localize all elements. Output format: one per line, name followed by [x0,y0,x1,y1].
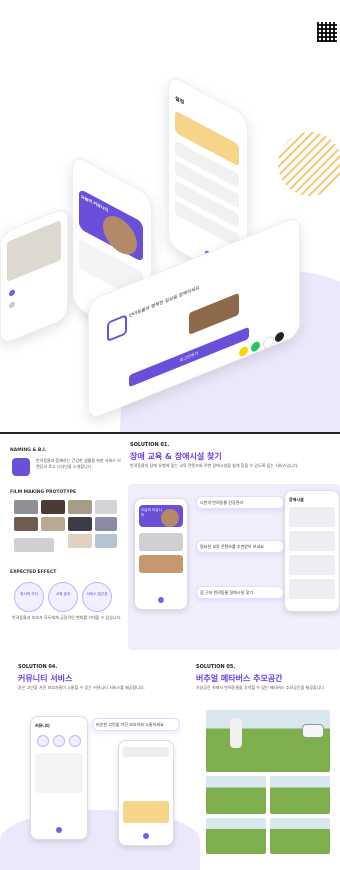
metaverse-photo [206,776,266,814]
callout: 비슷한 고민을 가진 보호자와 소통하세요 [92,718,180,731]
solution5-label: SOLUTION 05. [196,664,236,670]
hero-mockup: 설정 오늘의 커뮤니티 반려동물과 행복한 일상을 함께하세요 로그인하기 [0,0,340,432]
film-thumbnail [41,517,65,531]
category-icon[interactable] [37,735,49,747]
film-thumbnail [68,500,92,514]
solution1-label: SOLUTION 01. [130,442,170,448]
menu-icon[interactable] [9,300,15,310]
solution4-label: SOLUTION 04. [18,664,58,670]
effect-section: EXPECTED EFFECT [10,570,122,575]
post-list[interactable] [35,753,83,793]
solution4-phone-chat [118,740,174,846]
solution5-body: 가상공간 속에서 반려동물을 추억할 수 있는 메타버스 추모공간을 제공합니다… [196,685,326,690]
phone-title: 커뮤니티 [35,723,50,728]
apple-login-icon[interactable] [275,330,284,344]
solution1-body: 반려동물의 장애 유형에 맞는 교육 콘텐츠와 주변 장애시설을 쉽게 찾을 수… [130,463,299,468]
solution5-title: 버추얼 메타버스 추모공간 [196,674,283,683]
decorative-stripes [278,132,340,196]
film-thumbnail [14,500,38,514]
metaverse-photo [270,776,330,814]
metaverse-photo [270,818,330,854]
effect-circle: 교육 효과 [48,582,78,612]
effect-circle: 서비스 접근성 [82,582,112,612]
effect-circle: 정서적 지지 [14,582,44,612]
facility-card[interactable] [289,579,335,599]
person-figure [230,718,242,748]
facility-card[interactable] [289,555,335,575]
vr-hero-photo [206,710,330,772]
home-tab-icon[interactable] [158,597,164,603]
film-heading: FILM MAKING PROTOTYPE [10,490,76,495]
chat-header [123,747,169,757]
video-thumbnail [139,533,183,551]
solution5-section: SOLUTION 05. 버추얼 메타버스 추모공간 가상공간 속에서 반려동물… [196,660,340,857]
naming-section: NAMING & B.I. 반려동물과 함께하는 건강한 생활을 위한 서비스 … [10,448,122,476]
tablet-photo [7,220,61,282]
solution4-title: 커뮤니티 서비스 [18,674,73,683]
home-tab-icon[interactable] [56,827,62,833]
app-logo-icon [107,314,127,343]
film-thumbnail [95,534,117,548]
qr-code-icon [317,22,337,42]
naming-heading: NAMING & B.I. [10,448,47,453]
film-section: FILM MAKING PROTOTYPE [10,490,122,495]
film-thumbnails [14,500,118,562]
solution1-title: 장애 교육 & 장애시설 찾기 [130,452,222,461]
facility-card[interactable] [289,507,335,527]
menu-icon[interactable] [9,288,15,298]
phone-title: 장애시설 [289,497,304,502]
effect-heading: EXPECTED EFFECT [10,570,57,575]
film-thumbnail [41,500,65,514]
film-thumbnail [14,517,38,531]
kakao-login-icon[interactable] [239,345,248,358]
solution1-phone-facility: 장애시설 [284,490,340,612]
tablet-mockup [0,206,68,346]
brand-logo-icon [12,458,30,476]
film-thumbnail [14,538,54,552]
yellow-card[interactable] [123,801,169,823]
callout: 집 근처 반려동물 장애시설 찾기 [196,586,284,599]
solution1-phone-community: 오늘의 커뮤니티 [134,498,188,610]
category-icon[interactable] [53,735,65,747]
solution4-body: 같은 고민을 가진 보호자들이 소통할 수 있는 커뮤니티 서비스를 제공합니다… [18,685,145,690]
film-thumbnail [95,517,117,531]
pet-illustration [189,292,239,336]
pet-photo [161,509,179,527]
film-thumbnail [68,534,92,548]
callout: 나만의 반려동물 건강관리 [196,496,284,509]
category-icon[interactable] [69,735,81,747]
section-divider [0,432,340,434]
metaverse-photo [206,818,266,854]
film-thumbnail [68,517,92,531]
vr-headset-icon [302,724,324,738]
solution4-phone-community: 커뮤니티 [30,716,88,840]
facility-card[interactable] [289,531,335,551]
effect-body: 반려동물과 보호자 모두에게 긍정적인 변화를 기대할 수 있습니다. [12,615,122,620]
naver-login-icon[interactable] [251,340,260,353]
solution1-section: SOLUTION 01. 장애 교육 & 장애시설 찾기 반려동물의 장애 유형… [128,438,340,656]
pet-thumbnail [139,555,183,573]
callout: 필요한 교육 콘텐츠를 추천받아 보세요 [196,540,284,553]
film-thumbnail [95,500,117,514]
phone-header: 설정 [175,95,185,107]
solution4-section: SOLUTION 04. 커뮤니티 서비스 같은 고민을 가진 보호자들이 소통… [0,660,200,870]
naming-body: 반려동물과 함께하는 건강한 생활을 위한 서비스 브랜딩과 로고 디자인을 소… [36,458,121,469]
home-tab-icon[interactable] [143,833,149,839]
